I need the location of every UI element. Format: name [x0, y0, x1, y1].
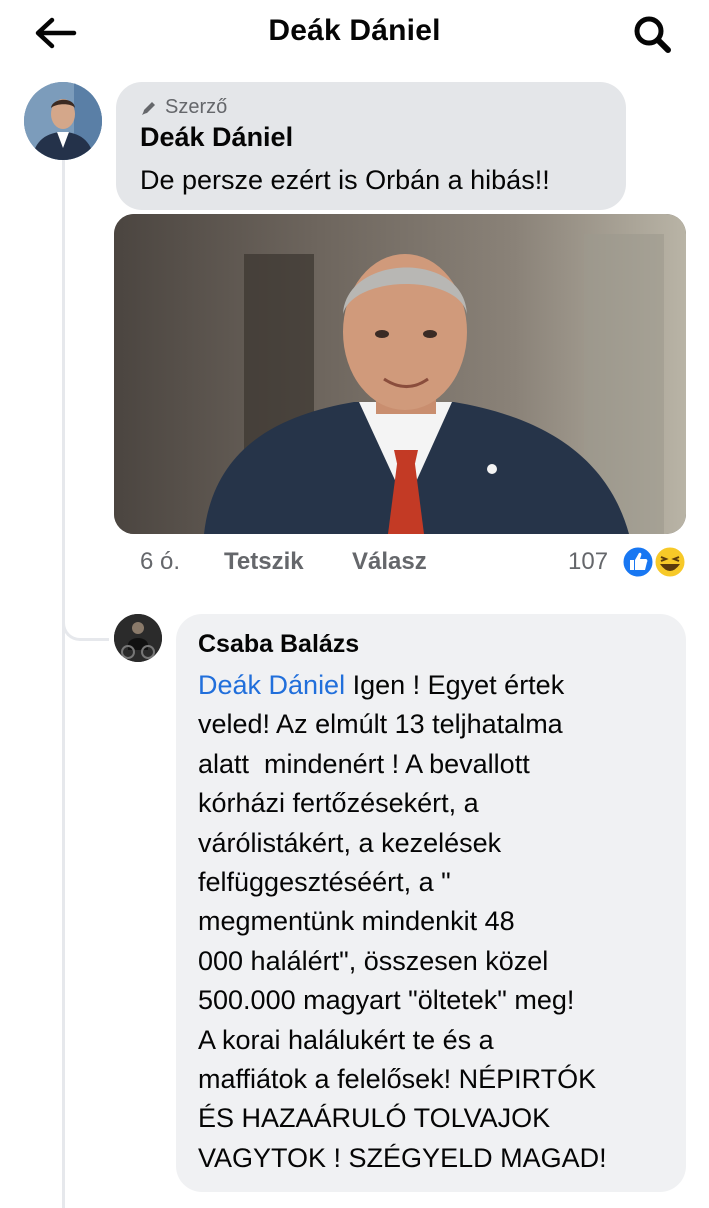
comment-author[interactable]: Deák Dániel	[140, 122, 293, 153]
avatar[interactable]	[24, 82, 102, 160]
like-button[interactable]: Tetszik	[224, 548, 304, 576]
reply-bubble: Csaba Balázs Deák Dániel Igen ! Egyet ér…	[176, 614, 686, 1192]
haha-icon	[652, 544, 688, 580]
thread-line	[62, 158, 65, 1208]
reply-author[interactable]: Csaba Balázs	[198, 630, 359, 659]
reply-body: Igen ! Egyet értek veled! Az elmúlt 13 t…	[198, 670, 607, 1173]
page-title: Deák Dániel	[268, 14, 441, 47]
thread-branch	[62, 598, 109, 641]
avatar[interactable]	[114, 614, 162, 662]
comment-text: De persze ezért is Orbán a hibás!!	[140, 165, 550, 195]
reply-text: Deák Dániel Igen ! Egyet értek veled! Az…	[198, 666, 668, 1178]
pen-icon	[142, 101, 155, 115]
comment-time: 6 ó.	[140, 548, 181, 575]
photo-image	[114, 214, 686, 534]
author-badge: Szerző	[140, 96, 227, 119]
comment-bubble: Szerző Deák Dániel De persze ezért is Or…	[116, 82, 626, 210]
mention-link[interactable]: Deák Dániel	[198, 670, 345, 700]
search-icon	[634, 16, 671, 53]
comment-photo[interactable]	[114, 214, 686, 534]
top-bar: Deák Dániel	[0, 0, 709, 66]
reaction-count[interactable]: 107	[568, 548, 608, 576]
author-badge-label: Szerző	[165, 96, 228, 118]
reply-button[interactable]: Válasz	[352, 548, 427, 576]
search-button[interactable]	[628, 12, 678, 56]
avatar-portrait	[24, 82, 102, 160]
avatar-portrait	[114, 614, 162, 662]
like-icon	[620, 544, 656, 580]
reactions[interactable]	[620, 544, 690, 580]
